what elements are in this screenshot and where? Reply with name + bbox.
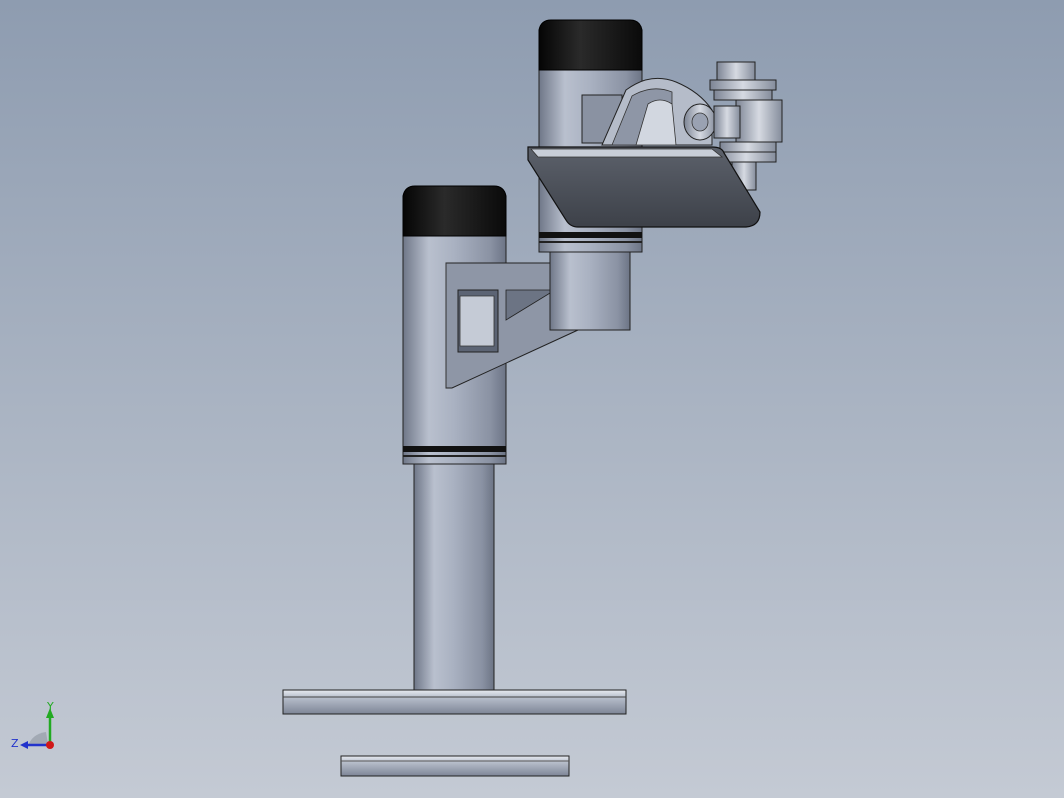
upper-column-stem[interactable]: [549, 249, 631, 331]
y-axis-label: Y: [46, 700, 54, 713]
cad-viewport[interactable]: Y Z: [0, 0, 1064, 798]
x-axis-point-icon: [46, 741, 54, 749]
upper-column-cap[interactable]: [538, 19, 643, 71]
cad-model-render[interactable]: [0, 0, 1064, 798]
base-plate[interactable]: [282, 689, 627, 715]
lower-column-stem[interactable]: [413, 461, 495, 691]
mounting-plate[interactable]: [527, 146, 761, 228]
lower-column-cap[interactable]: [402, 185, 507, 237]
z-axis-label: Z: [11, 737, 19, 750]
z-axis-arrowhead-icon: [20, 741, 28, 749]
bottom-disc[interactable]: [340, 755, 570, 777]
view-orientation-triad: Y Z: [11, 700, 54, 750]
